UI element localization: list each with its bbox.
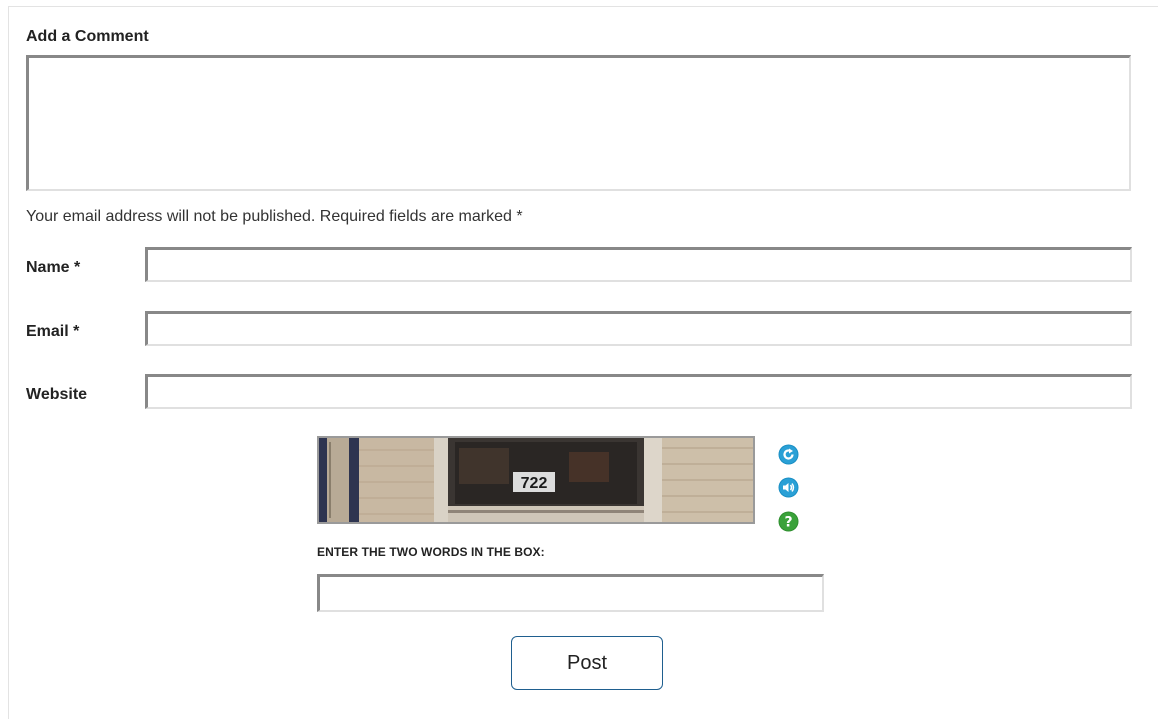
help-icon[interactable]: ? [778,511,799,532]
email-label: Email * [26,323,80,340]
privacy-notice: Your email address will not be published… [26,208,523,225]
email-field[interactable] [145,311,1132,346]
audio-icon[interactable] [778,477,799,498]
captcha-prompt: ENTER THE TWO WORDS IN THE BOX: [317,545,545,559]
captcha-image: 722 [317,436,755,524]
captcha-response-field[interactable] [317,574,824,612]
website-label: Website [26,386,88,403]
comment-textarea[interactable] [26,55,1131,191]
website-field[interactable] [145,374,1132,409]
comment-heading: Add a Comment [26,28,149,45]
post-button[interactable]: Post [511,636,663,690]
name-field[interactable] [145,247,1132,282]
captcha-number-text: 722 [521,475,548,492]
refresh-icon[interactable] [778,444,799,465]
svg-text:?: ? [784,515,792,531]
name-label: Name * [26,259,81,276]
